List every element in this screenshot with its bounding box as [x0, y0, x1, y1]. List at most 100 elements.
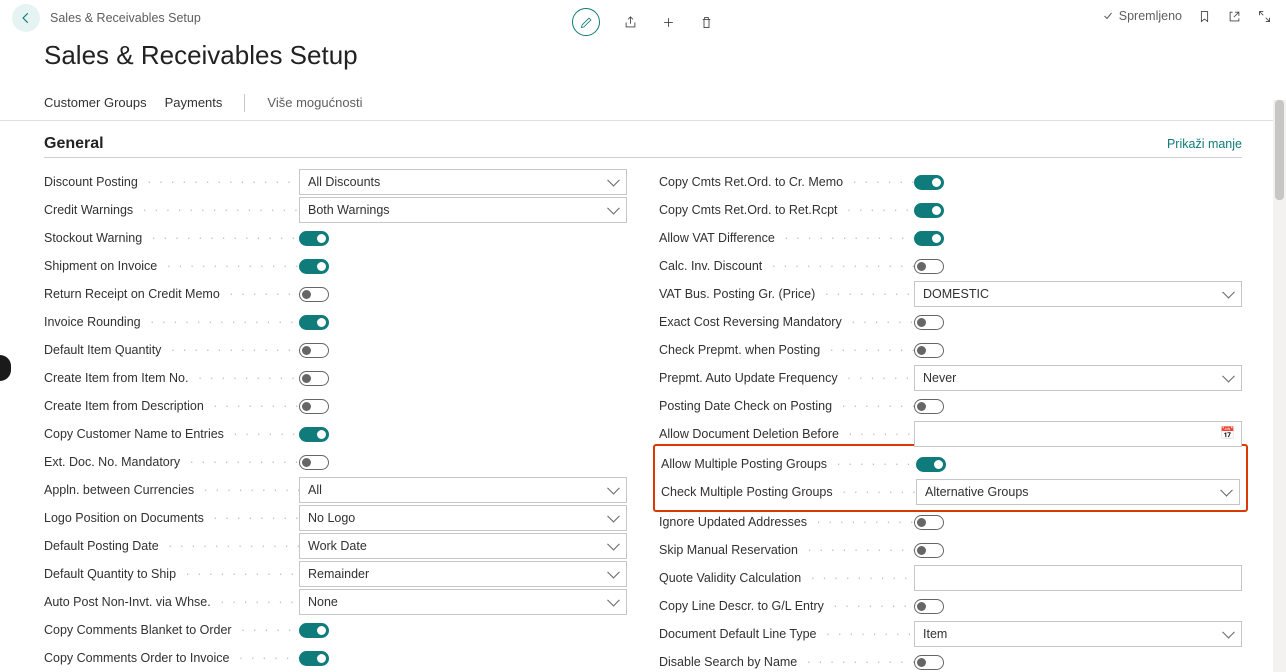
field-row: Exact Cost Reversing Mandatory: [659, 308, 1242, 336]
date-input[interactable]: [914, 421, 1242, 447]
select[interactable]: Both Warnings: [299, 197, 627, 223]
toggle[interactable]: [299, 231, 329, 246]
field-label: Create Item from Item No.: [44, 371, 299, 385]
collapse-button[interactable]: [1256, 8, 1272, 24]
field-label: Ext. Doc. No. Mandatory: [44, 455, 299, 469]
new-button[interactable]: [660, 14, 676, 30]
toggle[interactable]: [299, 287, 329, 302]
select[interactable]: None: [299, 589, 627, 615]
select[interactable]: Remainder: [299, 561, 627, 587]
trash-icon: [699, 15, 714, 30]
toggle[interactable]: [299, 623, 329, 638]
field-row: Allow Multiple Posting Groups: [661, 450, 1240, 478]
field-row: Copy Line Descr. to G/L Entry: [659, 592, 1242, 620]
field-label: VAT Bus. Posting Gr. (Price): [659, 287, 914, 301]
toggle[interactable]: [914, 599, 944, 614]
field-label: Copy Comments Order to Invoice: [44, 651, 299, 665]
field-label: Check Multiple Posting Groups: [661, 485, 916, 499]
action-payments[interactable]: Payments: [165, 95, 223, 110]
toggle[interactable]: [299, 427, 329, 442]
field-row: Copy Customer Name to Entries: [44, 420, 627, 448]
share-button[interactable]: [622, 14, 638, 30]
arrow-left-icon: [19, 11, 33, 25]
field-label: Invoice Rounding: [44, 315, 299, 329]
field-row: Calc. Inv. Discount: [659, 252, 1242, 280]
bookmark-icon: [1197, 9, 1212, 24]
toggle[interactable]: [299, 315, 329, 330]
field-row: Prepmt. Auto Update FrequencyNever: [659, 364, 1242, 392]
show-less-link[interactable]: Prikaži manje: [1167, 137, 1242, 151]
toggle[interactable]: [914, 343, 944, 358]
field-row: Credit WarningsBoth Warnings: [44, 196, 627, 224]
toggle[interactable]: [914, 259, 944, 274]
page-title: Sales & Receivables Setup: [44, 40, 1286, 71]
field-row: Create Item from Item No.: [44, 364, 627, 392]
toggle[interactable]: [914, 399, 944, 414]
toggle[interactable]: [914, 515, 944, 530]
breadcrumb: Sales & Receivables Setup: [50, 11, 201, 25]
saved-label: Spremljeno: [1119, 9, 1182, 23]
field-label: Appln. between Currencies: [44, 483, 299, 497]
toggle[interactable]: [916, 457, 946, 472]
toggle[interactable]: [914, 655, 944, 670]
field-row: Default Item Quantity: [44, 336, 627, 364]
select[interactable]: Alternative Groups: [916, 479, 1240, 505]
field-label: Copy Customer Name to Entries: [44, 427, 299, 441]
action-divider: [244, 94, 245, 112]
field-label: Discount Posting: [44, 175, 299, 189]
field-label: Create Item from Description: [44, 399, 299, 413]
action-customer-groups[interactable]: Customer Groups: [44, 95, 147, 110]
toggle[interactable]: [299, 259, 329, 274]
action-more[interactable]: Više mogućnosti: [267, 95, 362, 110]
edit-button[interactable]: [572, 8, 600, 36]
toggle[interactable]: [299, 455, 329, 470]
field-label: Prepmt. Auto Update Frequency: [659, 371, 914, 385]
bookmark-button[interactable]: [1196, 8, 1212, 24]
field-label: Allow Multiple Posting Groups: [661, 457, 916, 471]
field-label: Disable Search by Name: [659, 655, 914, 669]
select[interactable]: All: [299, 477, 627, 503]
toggle[interactable]: [299, 651, 329, 666]
field-row: Copy Cmts Ret.Ord. to Ret.Rcpt: [659, 196, 1242, 224]
select[interactable]: DOMESTIC: [914, 281, 1242, 307]
share-icon: [623, 15, 638, 30]
field-label: Copy Comments Blanket to Order: [44, 623, 299, 637]
toggle[interactable]: [299, 371, 329, 386]
toggle[interactable]: [914, 231, 944, 246]
field-row: Skip Manual Reservation: [659, 536, 1242, 564]
delete-button[interactable]: [698, 14, 714, 30]
toggle[interactable]: [914, 203, 944, 218]
field-row: Shipment on Invoice: [44, 252, 627, 280]
vertical-scrollbar-thumb[interactable]: [1275, 100, 1284, 200]
field-label: Exact Cost Reversing Mandatory: [659, 315, 914, 329]
text-input[interactable]: [914, 565, 1242, 591]
field-label: Ignore Updated Addresses: [659, 515, 914, 529]
popout-button[interactable]: [1226, 8, 1242, 24]
select[interactable]: All Discounts: [299, 169, 627, 195]
field-row: Quote Validity Calculation: [659, 564, 1242, 592]
field-label: Default Item Quantity: [44, 343, 299, 357]
toggle[interactable]: [914, 175, 944, 190]
select[interactable]: Never: [914, 365, 1242, 391]
section-title: General: [44, 135, 104, 153]
field-row: Invoice Rounding: [44, 308, 627, 336]
field-row: Check Multiple Posting GroupsAlternative…: [661, 478, 1240, 506]
toggle[interactable]: [299, 343, 329, 358]
field-row: Default Posting DateWork Date: [44, 532, 627, 560]
back-button[interactable]: [12, 4, 40, 32]
select[interactable]: Work Date: [299, 533, 627, 559]
field-label: Auto Post Non-Invt. via Whse.: [44, 595, 299, 609]
field-row: Ignore Updated Addresses: [659, 508, 1242, 536]
toggle[interactable]: [914, 315, 944, 330]
field-label: Copy Line Descr. to G/L Entry: [659, 599, 914, 613]
field-label: Copy Cmts Ret.Ord. to Ret.Rcpt: [659, 203, 914, 217]
toggle[interactable]: [299, 399, 329, 414]
select[interactable]: No Logo: [299, 505, 627, 531]
field-label: Allow Document Deletion Before: [659, 427, 914, 441]
highlight-box: Allow Multiple Posting Groups Check Multi…: [653, 444, 1248, 512]
field-row: VAT Bus. Posting Gr. (Price)DOMESTIC: [659, 280, 1242, 308]
field-row: Posting Date Check on Posting: [659, 392, 1242, 420]
toggle[interactable]: [914, 543, 944, 558]
select[interactable]: Item: [914, 621, 1242, 647]
field-label: Return Receipt on Credit Memo: [44, 287, 299, 301]
